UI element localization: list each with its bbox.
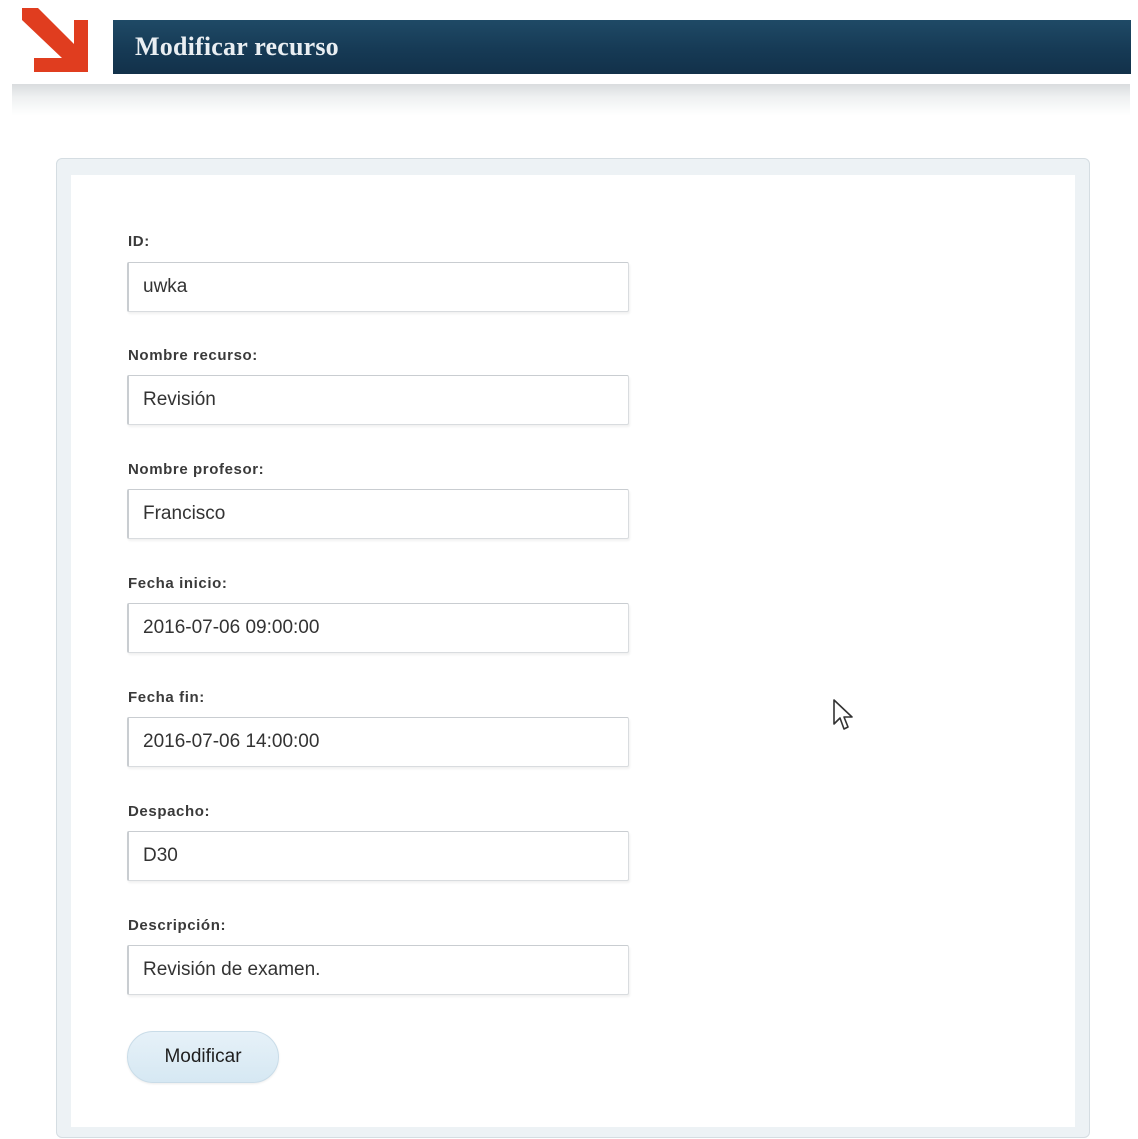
mouse-pointer-icon	[833, 699, 853, 730]
arrow-logo-icon	[22, 8, 88, 72]
page: Modificar recurso ID: Nombre recurso: No…	[0, 0, 1138, 1139]
header-divider	[12, 84, 1130, 116]
resource-name-field[interactable]	[127, 375, 629, 425]
description-field[interactable]	[127, 945, 629, 995]
id-field[interactable]	[127, 262, 629, 312]
page-title: Modificar recurso	[135, 32, 339, 61]
start-date-label: Fecha inicio:	[128, 575, 228, 592]
teacher-name-label: Nombre profesor:	[128, 461, 265, 478]
resource-name-label: Nombre recurso:	[128, 347, 258, 364]
office-field[interactable]	[127, 831, 629, 881]
end-date-label: Fecha fin:	[128, 689, 205, 706]
id-label: ID:	[128, 233, 150, 250]
modify-button[interactable]: Modificar	[127, 1031, 279, 1083]
form-container: ID: Nombre recurso: Nombre profesor: Fec…	[71, 175, 1075, 1127]
form-panel: ID: Nombre recurso: Nombre profesor: Fec…	[56, 158, 1090, 1138]
teacher-name-field[interactable]	[127, 489, 629, 539]
start-date-field[interactable]	[127, 603, 629, 653]
header-bar: Modificar recurso	[113, 20, 1131, 74]
office-label: Despacho:	[128, 803, 211, 820]
description-label: Descripción:	[128, 917, 227, 934]
end-date-field[interactable]	[127, 717, 629, 767]
